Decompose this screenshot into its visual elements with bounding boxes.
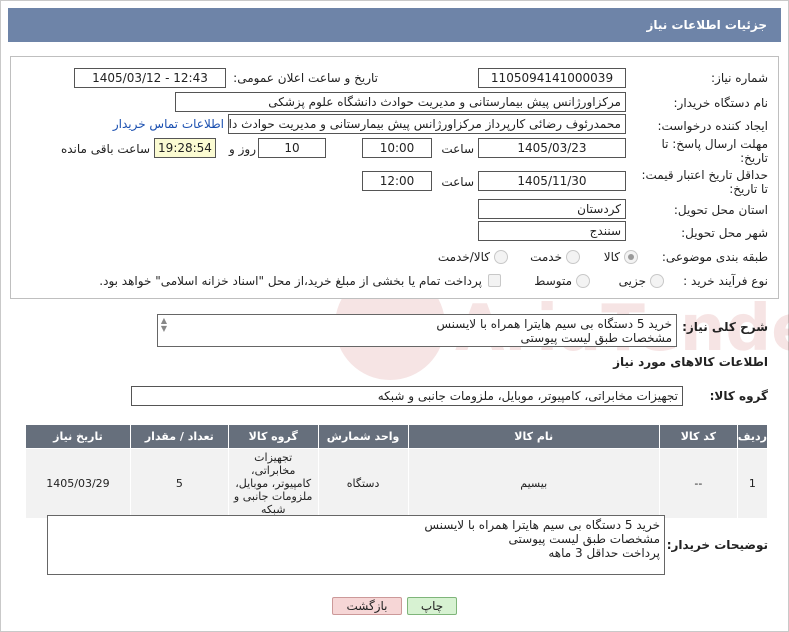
price-validity-label-2: تا تاریخ:: [729, 182, 768, 196]
reply-time-label: ساعت: [441, 142, 474, 156]
remaining-time-field: 19:28:54: [154, 138, 216, 158]
summary-label: شرح کلی نیاز:: [682, 320, 768, 334]
goods-group-field: تجهیزات مخابراتی، کامپیوتر، موبایل، ملزو…: [131, 386, 683, 406]
purchase-option-medium: متوسط: [534, 274, 572, 288]
page-title: جزئیات اطلاعات نیاز: [8, 8, 781, 42]
reply-time-field: 10:00: [362, 138, 432, 158]
buyer-notes-textarea[interactable]: خرید 5 دستگاه بی سیم هایترا همراه با لای…: [47, 515, 665, 575]
col-name: نام کالا: [407, 424, 660, 449]
category-option-goods-service: کالا/خدمت: [437, 250, 490, 264]
reply-days-label: روز و: [229, 142, 256, 156]
buyer-org-label: نام دستگاه خریدار:: [673, 96, 769, 110]
purchase-radio-partial[interactable]: [650, 274, 664, 288]
price-validity-label: حداقل تاریخ اعتبار قیمت:: [641, 168, 768, 182]
col-date: تاریخ نیاز: [25, 424, 131, 449]
treasury-payment-note: پرداخت تمام یا بخشی از مبلغ خرید،از محل …: [99, 274, 482, 288]
col-group: گروه کالا: [227, 424, 319, 449]
table-header-row: ردیف کد کالا نام کالا واحد شمارش گروه کا…: [25, 424, 769, 449]
col-qty: تعداد / مقدار: [129, 424, 229, 449]
buyer-org-field: مرکزاورژانس پیش بیمارستانی و مدیریت حواد…: [175, 92, 626, 112]
items-table: ردیف کد کالا نام کالا واحد شمارش گروه کا…: [25, 424, 769, 519]
summary-resize-arrows-icon[interactable]: ▲ ▼: [159, 317, 169, 333]
purchase-option-partial: جزیی: [618, 274, 646, 288]
col-unit: واحد شمارش: [317, 424, 409, 449]
creator-label: ایجاد کننده درخواست:: [657, 119, 768, 133]
purchase-type-label: نوع فرآیند خرید :: [683, 274, 768, 288]
announce-datetime-label: تاریخ و ساعت اعلان عمومی:: [233, 71, 378, 85]
table-row: 1 -- بیسیم دستگاه تجهیزات مخابراتی، کامپ…: [25, 448, 769, 519]
cell-group: تجهیزات مخابراتی، کامپیوتر، موبایل، ملزو…: [227, 448, 319, 519]
summary-line-2: مشخصات طبق لیست پیوستی: [520, 331, 672, 345]
reply-deadline-label: مهلت ارسال پاسخ: تا: [661, 137, 768, 151]
summary-textarea[interactable]: خرید 5 دستگاه بی سیم هایترا همراه با لای…: [157, 314, 677, 347]
back-button[interactable]: بازگشت: [332, 597, 402, 615]
price-validity-time-label: ساعت: [441, 175, 474, 189]
buyer-notes-label: توضیحات خریدار:: [666, 538, 768, 552]
reply-deadline-label-2: تاریخ:: [740, 151, 768, 165]
cell-unit: دستگاه: [317, 448, 409, 519]
buyer-contact-link[interactable]: اطلاعات تماس خریدار: [110, 117, 224, 131]
buyer-notes-line-3: پرداخت حداقل 3 ماهه: [548, 546, 660, 560]
province-label: استان محل تحویل:: [673, 203, 768, 217]
need-number-field: 1105094141000039: [478, 68, 626, 88]
goods-info-title: اطلاعات کالاهای مورد نیاز: [613, 355, 768, 369]
cell-qty: 5: [129, 448, 229, 519]
col-code: کد کالا: [658, 424, 738, 449]
category-option-service: خدمت: [530, 250, 562, 264]
summary-line-1: خرید 5 دستگاه بی سیم هایترا همراه با لای…: [436, 317, 672, 331]
cell-name: بیسیم: [407, 448, 660, 519]
treasury-payment-checkbox[interactable]: [488, 274, 501, 287]
reply-days-field: 10: [258, 138, 326, 158]
city-field: سنندج: [478, 221, 626, 241]
category-radio-goods[interactable]: [624, 250, 638, 264]
buyer-notes-line-1: خرید 5 دستگاه بی سیم هایترا همراه با لای…: [424, 518, 660, 532]
announce-datetime-field: 1405/03/12 - 12:43: [74, 68, 226, 88]
province-field: کردستان: [478, 199, 626, 219]
city-label: شهر محل تحویل:: [681, 226, 768, 240]
cell-code: --: [658, 448, 738, 519]
category-label: طبقه بندی موضوعی:: [661, 250, 768, 264]
purchase-radio-medium[interactable]: [576, 274, 590, 288]
col-row: ردیف: [736, 424, 769, 449]
buyer-notes-line-2: مشخصات طبق لیست پیوستی: [508, 532, 660, 546]
price-validity-time-field: 12:00: [362, 171, 432, 191]
category-radio-service[interactable]: [566, 250, 580, 264]
price-validity-date-field: 1405/11/30: [478, 171, 626, 191]
category-radio-goods-service[interactable]: [494, 250, 508, 264]
creator-field: محمدرئوف رضائی کارپرداز مرکزاورژانس پیش …: [228, 114, 626, 134]
reply-date-field: 1405/03/23: [478, 138, 626, 158]
cell-row: 1: [736, 448, 769, 519]
print-button[interactable]: چاپ: [407, 597, 457, 615]
need-number-label: شماره نیاز:: [711, 71, 768, 85]
category-option-goods: کالا: [603, 250, 620, 264]
remaining-time-label: ساعت باقی مانده: [60, 142, 150, 156]
cell-date: 1405/03/29: [25, 448, 131, 519]
goods-group-label: گروه کالا:: [709, 389, 768, 403]
